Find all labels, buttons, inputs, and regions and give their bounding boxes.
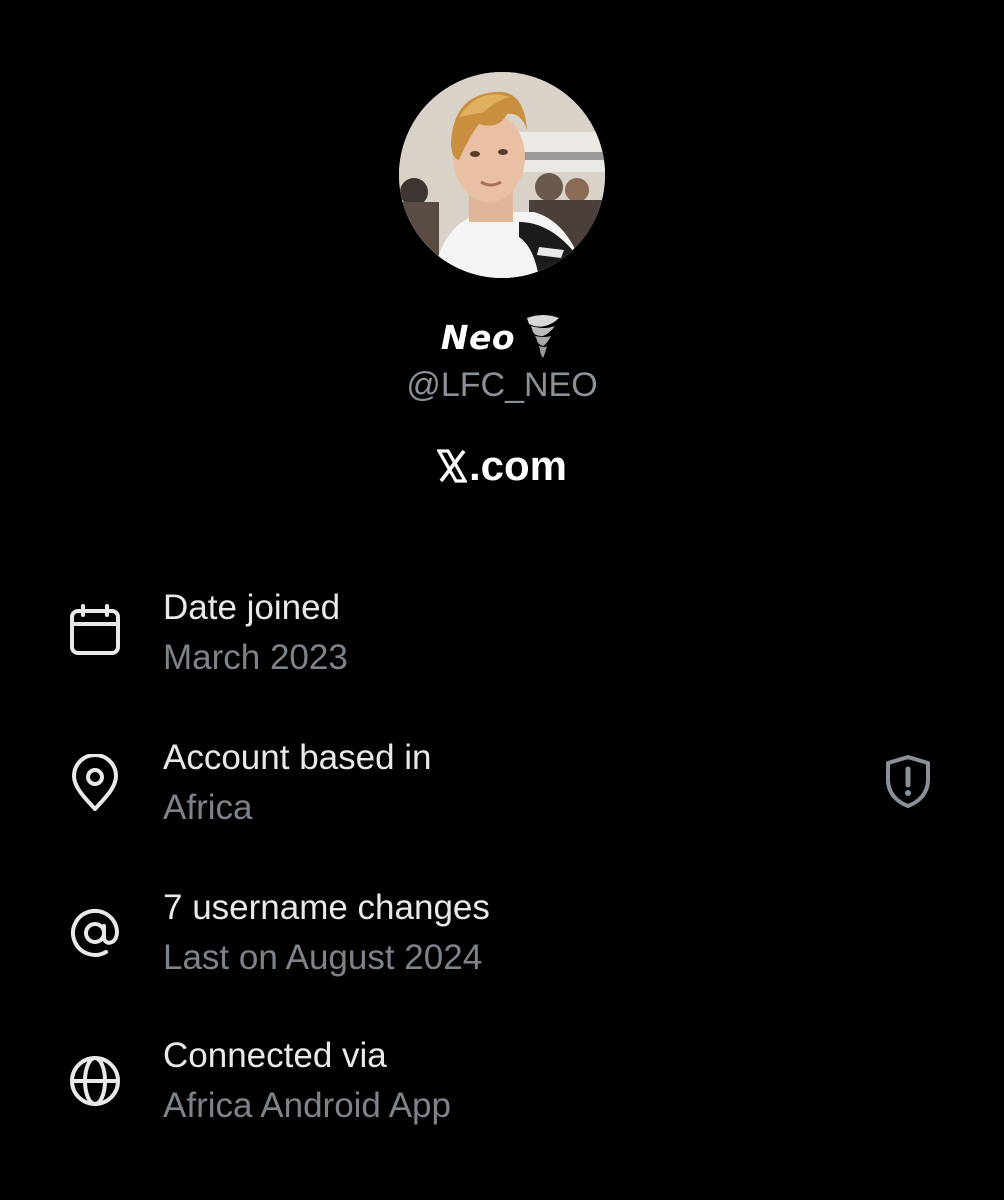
detail-title: Date joined bbox=[163, 588, 341, 627]
detail-row-connected-via: Connected via Africa Android App bbox=[0, 1036, 1004, 1146]
account-details-list: Date joined March 2023 Account based in … bbox=[0, 0, 1004, 1200]
calendar-icon bbox=[66, 602, 124, 660]
detail-row-date-joined: Date joined March 2023 bbox=[0, 588, 1004, 698]
detail-value: Africa Android App bbox=[163, 1086, 451, 1125]
detail-title: Connected via bbox=[163, 1036, 387, 1075]
detail-row-account-based-in: Account based in Africa bbox=[0, 738, 1004, 848]
shield-alert-icon[interactable] bbox=[880, 752, 936, 810]
detail-value: March 2023 bbox=[163, 638, 348, 677]
location-pin-icon bbox=[66, 754, 124, 812]
detail-row-username-changes: 7 username changes Last on August 2024 bbox=[0, 888, 1004, 998]
detail-value: Africa bbox=[163, 788, 253, 827]
detail-value: Last on August 2024 bbox=[163, 938, 483, 977]
at-sign-icon bbox=[66, 904, 124, 962]
detail-title: Account based in bbox=[163, 738, 432, 777]
detail-title: 7 username changes bbox=[163, 888, 490, 927]
globe-icon bbox=[66, 1052, 124, 1110]
